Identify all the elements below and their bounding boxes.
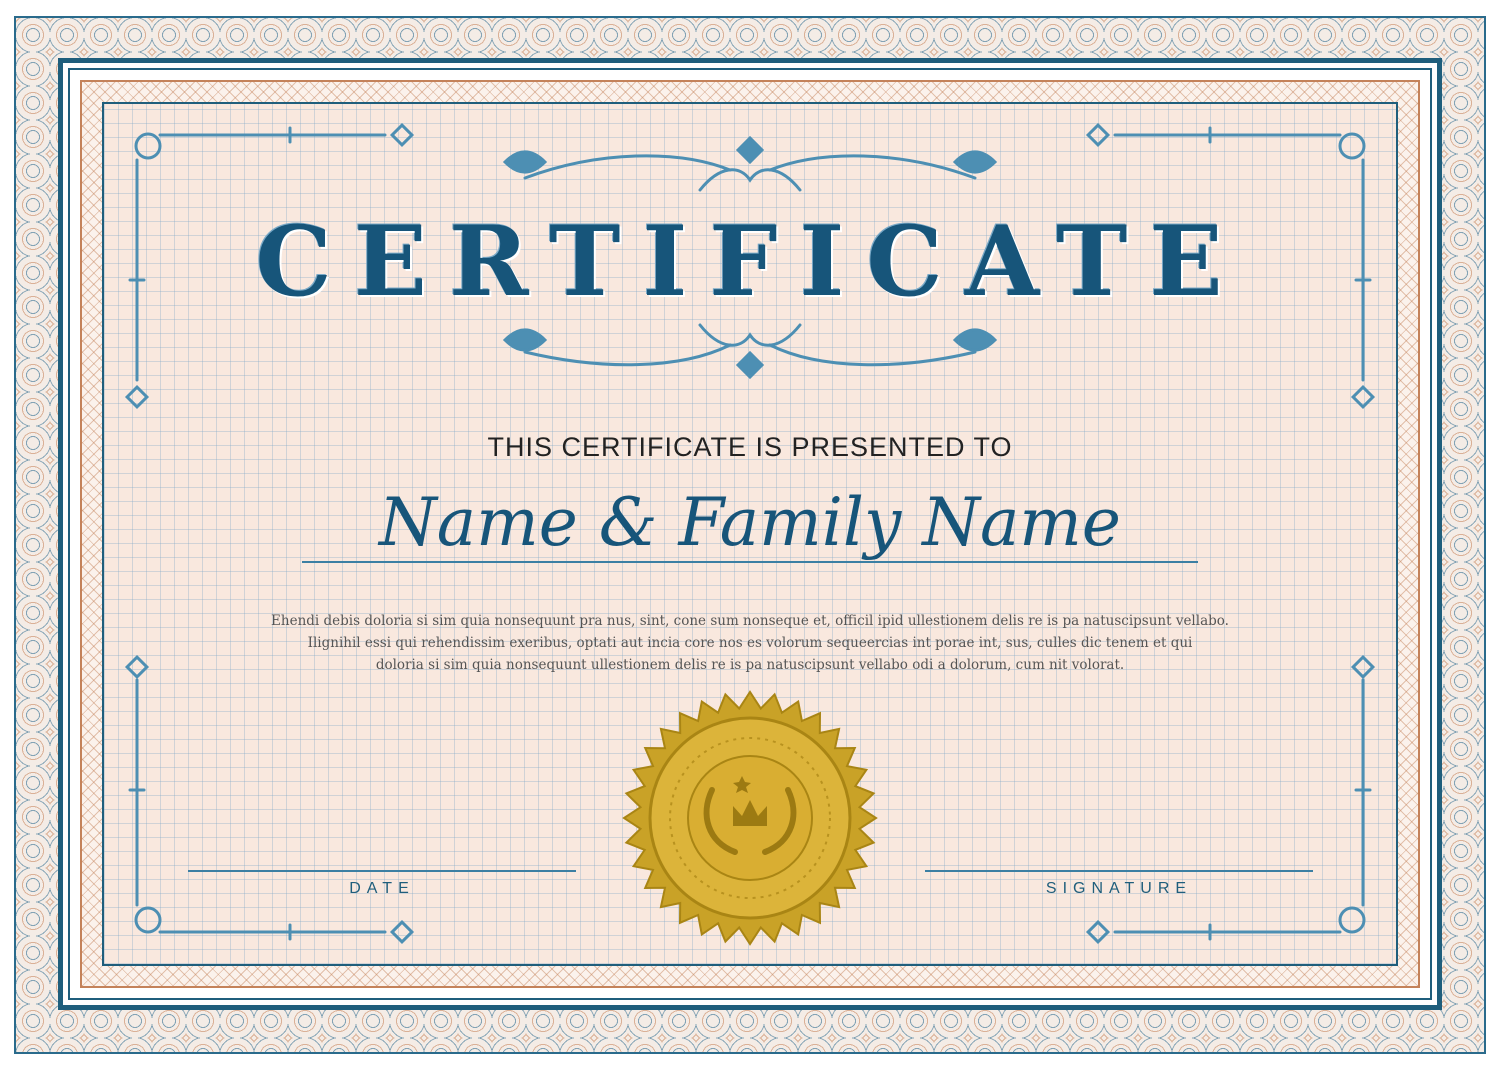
signature-label: SIGNATURE xyxy=(1045,880,1193,897)
body-line: Ehendi debis doloria si sim quia nonsequ… xyxy=(271,613,1229,629)
gold-seal-icon xyxy=(622,690,878,946)
recipient-underline xyxy=(302,561,1198,563)
body-line: Ilignihil essi qui rehendissim exeribus,… xyxy=(307,635,1193,651)
body-line: doloria si sim quia nonsequunt ullestion… xyxy=(375,657,1125,673)
certificate-title: CERTIFICATE xyxy=(255,205,1245,318)
signature-line xyxy=(925,870,1313,872)
date-line xyxy=(188,870,576,872)
presented-to-text: THIS CERTIFICATE IS PRESENTED TO xyxy=(487,432,1013,462)
corner-ornament-bottom-left-icon xyxy=(124,654,415,945)
date-label: DATE xyxy=(349,880,415,897)
certificate-body-text: Ehendi debis doloria si sim quia nonsequ… xyxy=(250,610,1250,676)
corner-ornament-bottom-right-icon xyxy=(1085,654,1376,945)
flourish-bottom-icon xyxy=(502,323,998,380)
certificate: CERTIFICATE THIS CERTIFICATE IS PRESENTE… xyxy=(0,0,1500,1069)
recipient-name: Name & Family Name xyxy=(379,484,1121,561)
flourish-top-icon xyxy=(502,135,998,192)
